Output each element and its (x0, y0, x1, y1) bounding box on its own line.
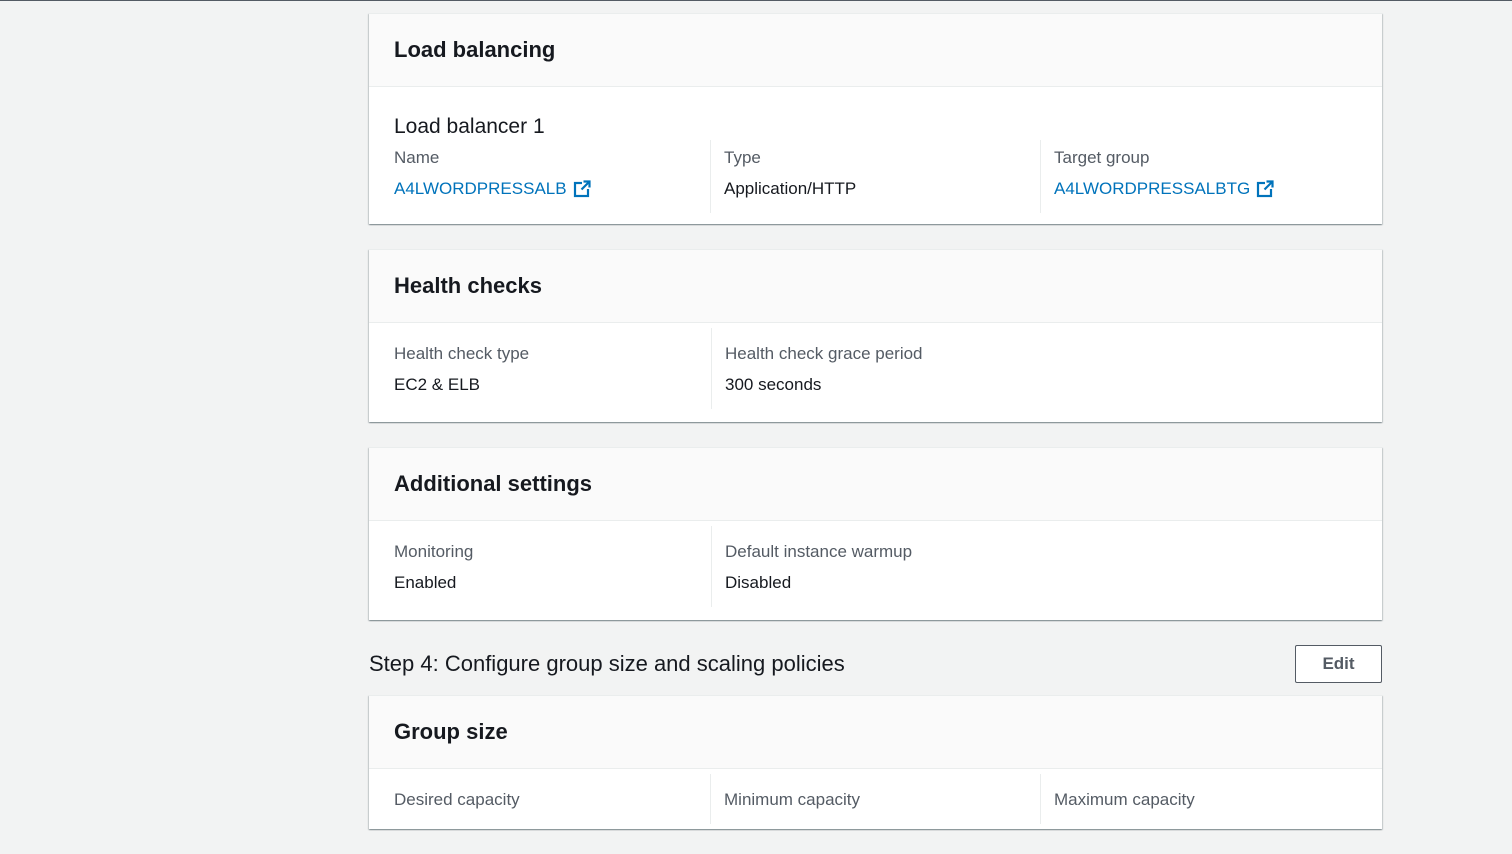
lb-type-value: Application/HTTP (724, 179, 857, 198)
load-balancing-panel: Load balancing Load balancer 1 Name A4LW… (369, 13, 1382, 224)
top-divider (0, 0, 1512, 1)
health-checks-title: Health checks (394, 273, 542, 298)
lb-target-group-field: Target group A4LWORDPRESSALBTG (1040, 140, 1357, 213)
group-size-panel: Group size Desired capacity Minimum capa… (369, 695, 1382, 829)
health-check-grace-field: Health check grace period 300 seconds (711, 328, 1357, 409)
group-size-details: Desired capacity Minimum capacity Maximu… (394, 774, 1357, 824)
additional-settings-panel: Additional settings Monitoring Enabled D… (369, 447, 1382, 620)
instance-warmup-label: Default instance warmup (725, 542, 913, 561)
desired-capacity-label: Desired capacity (394, 790, 520, 809)
lb-name-link[interactable]: A4LWORDPRESSALB (394, 177, 591, 201)
lb-target-group-link[interactable]: A4LWORDPRESSALBTG (1054, 177, 1275, 201)
external-link-icon (1257, 180, 1275, 198)
lb-target-group-label: Target group (1054, 148, 1150, 167)
instance-warmup-value: Disabled (725, 573, 792, 592)
lb-type-field: Type Application/HTTP (710, 140, 1040, 213)
health-checks-header: Health checks (369, 250, 1382, 323)
minimum-capacity-field: Minimum capacity (710, 774, 1040, 824)
additional-settings-details: Monitoring Enabled Default instance warm… (394, 526, 1357, 607)
health-check-type-value: EC2 & ELB (394, 375, 480, 394)
monitoring-field: Monitoring Enabled (394, 526, 711, 607)
group-size-title: Group size (394, 719, 508, 744)
step-4-edit-button[interactable]: Edit (1295, 645, 1382, 683)
lb-name-label: Name (394, 148, 440, 167)
monitoring-label: Monitoring (394, 542, 474, 561)
load-balancer-details: Name A4LWORDPRESSALB Type Application/HT… (394, 140, 1357, 213)
additional-settings-title: Additional settings (394, 471, 592, 496)
health-check-type-label: Health check type (394, 344, 530, 363)
monitoring-value: Enabled (394, 573, 457, 592)
lb-type-label: Type (724, 148, 761, 167)
health-checks-details: Health check type EC2 & ELB Health check… (394, 328, 1357, 409)
maximum-capacity-label: Maximum capacity (1054, 790, 1195, 809)
additional-settings-body: Monitoring Enabled Default instance warm… (369, 521, 1382, 620)
health-checks-body: Health check type EC2 & ELB Health check… (369, 323, 1382, 422)
load-balancing-body: Load balancer 1 Name A4LWORDPRESSALB Typ… (369, 87, 1382, 224)
lb-target-group-value: A4LWORDPRESSALBTG (1054, 177, 1343, 201)
health-checks-panel: Health checks Health check type EC2 & EL… (369, 249, 1382, 422)
minimum-capacity-label: Minimum capacity (724, 790, 861, 809)
step-4-header: Step 4: Configure group size and scaling… (369, 645, 1382, 683)
group-size-header: Group size (369, 696, 1382, 769)
instance-warmup-field: Default instance warmup Disabled (711, 526, 1357, 607)
health-check-grace-value: 300 seconds (725, 375, 822, 394)
load-balancer-heading: Load balancer 1 (394, 115, 545, 138)
desired-capacity-field: Desired capacity (394, 774, 710, 824)
lb-target-group-link-text: A4LWORDPRESSALBTG (1054, 179, 1251, 198)
lb-name-field: Name A4LWORDPRESSALB (394, 140, 710, 213)
additional-settings-header: Additional settings (369, 448, 1382, 521)
load-balancing-title: Load balancing (394, 37, 556, 62)
health-check-grace-label: Health check grace period (725, 344, 923, 363)
step-4-title: Step 4: Configure group size and scaling… (369, 651, 845, 676)
group-size-body: Desired capacity Minimum capacity Maximu… (369, 769, 1382, 829)
maximum-capacity-field: Maximum capacity (1040, 774, 1357, 824)
lb-name-link-text: A4LWORDPRESSALB (394, 179, 567, 198)
health-check-type-field: Health check type EC2 & ELB (394, 328, 711, 409)
lb-name-value: A4LWORDPRESSALB (394, 177, 696, 201)
load-balancing-header: Load balancing (369, 14, 1382, 87)
external-link-icon (573, 180, 591, 198)
review-content: Load balancing Load balancer 1 Name A4LW… (369, 13, 1382, 854)
